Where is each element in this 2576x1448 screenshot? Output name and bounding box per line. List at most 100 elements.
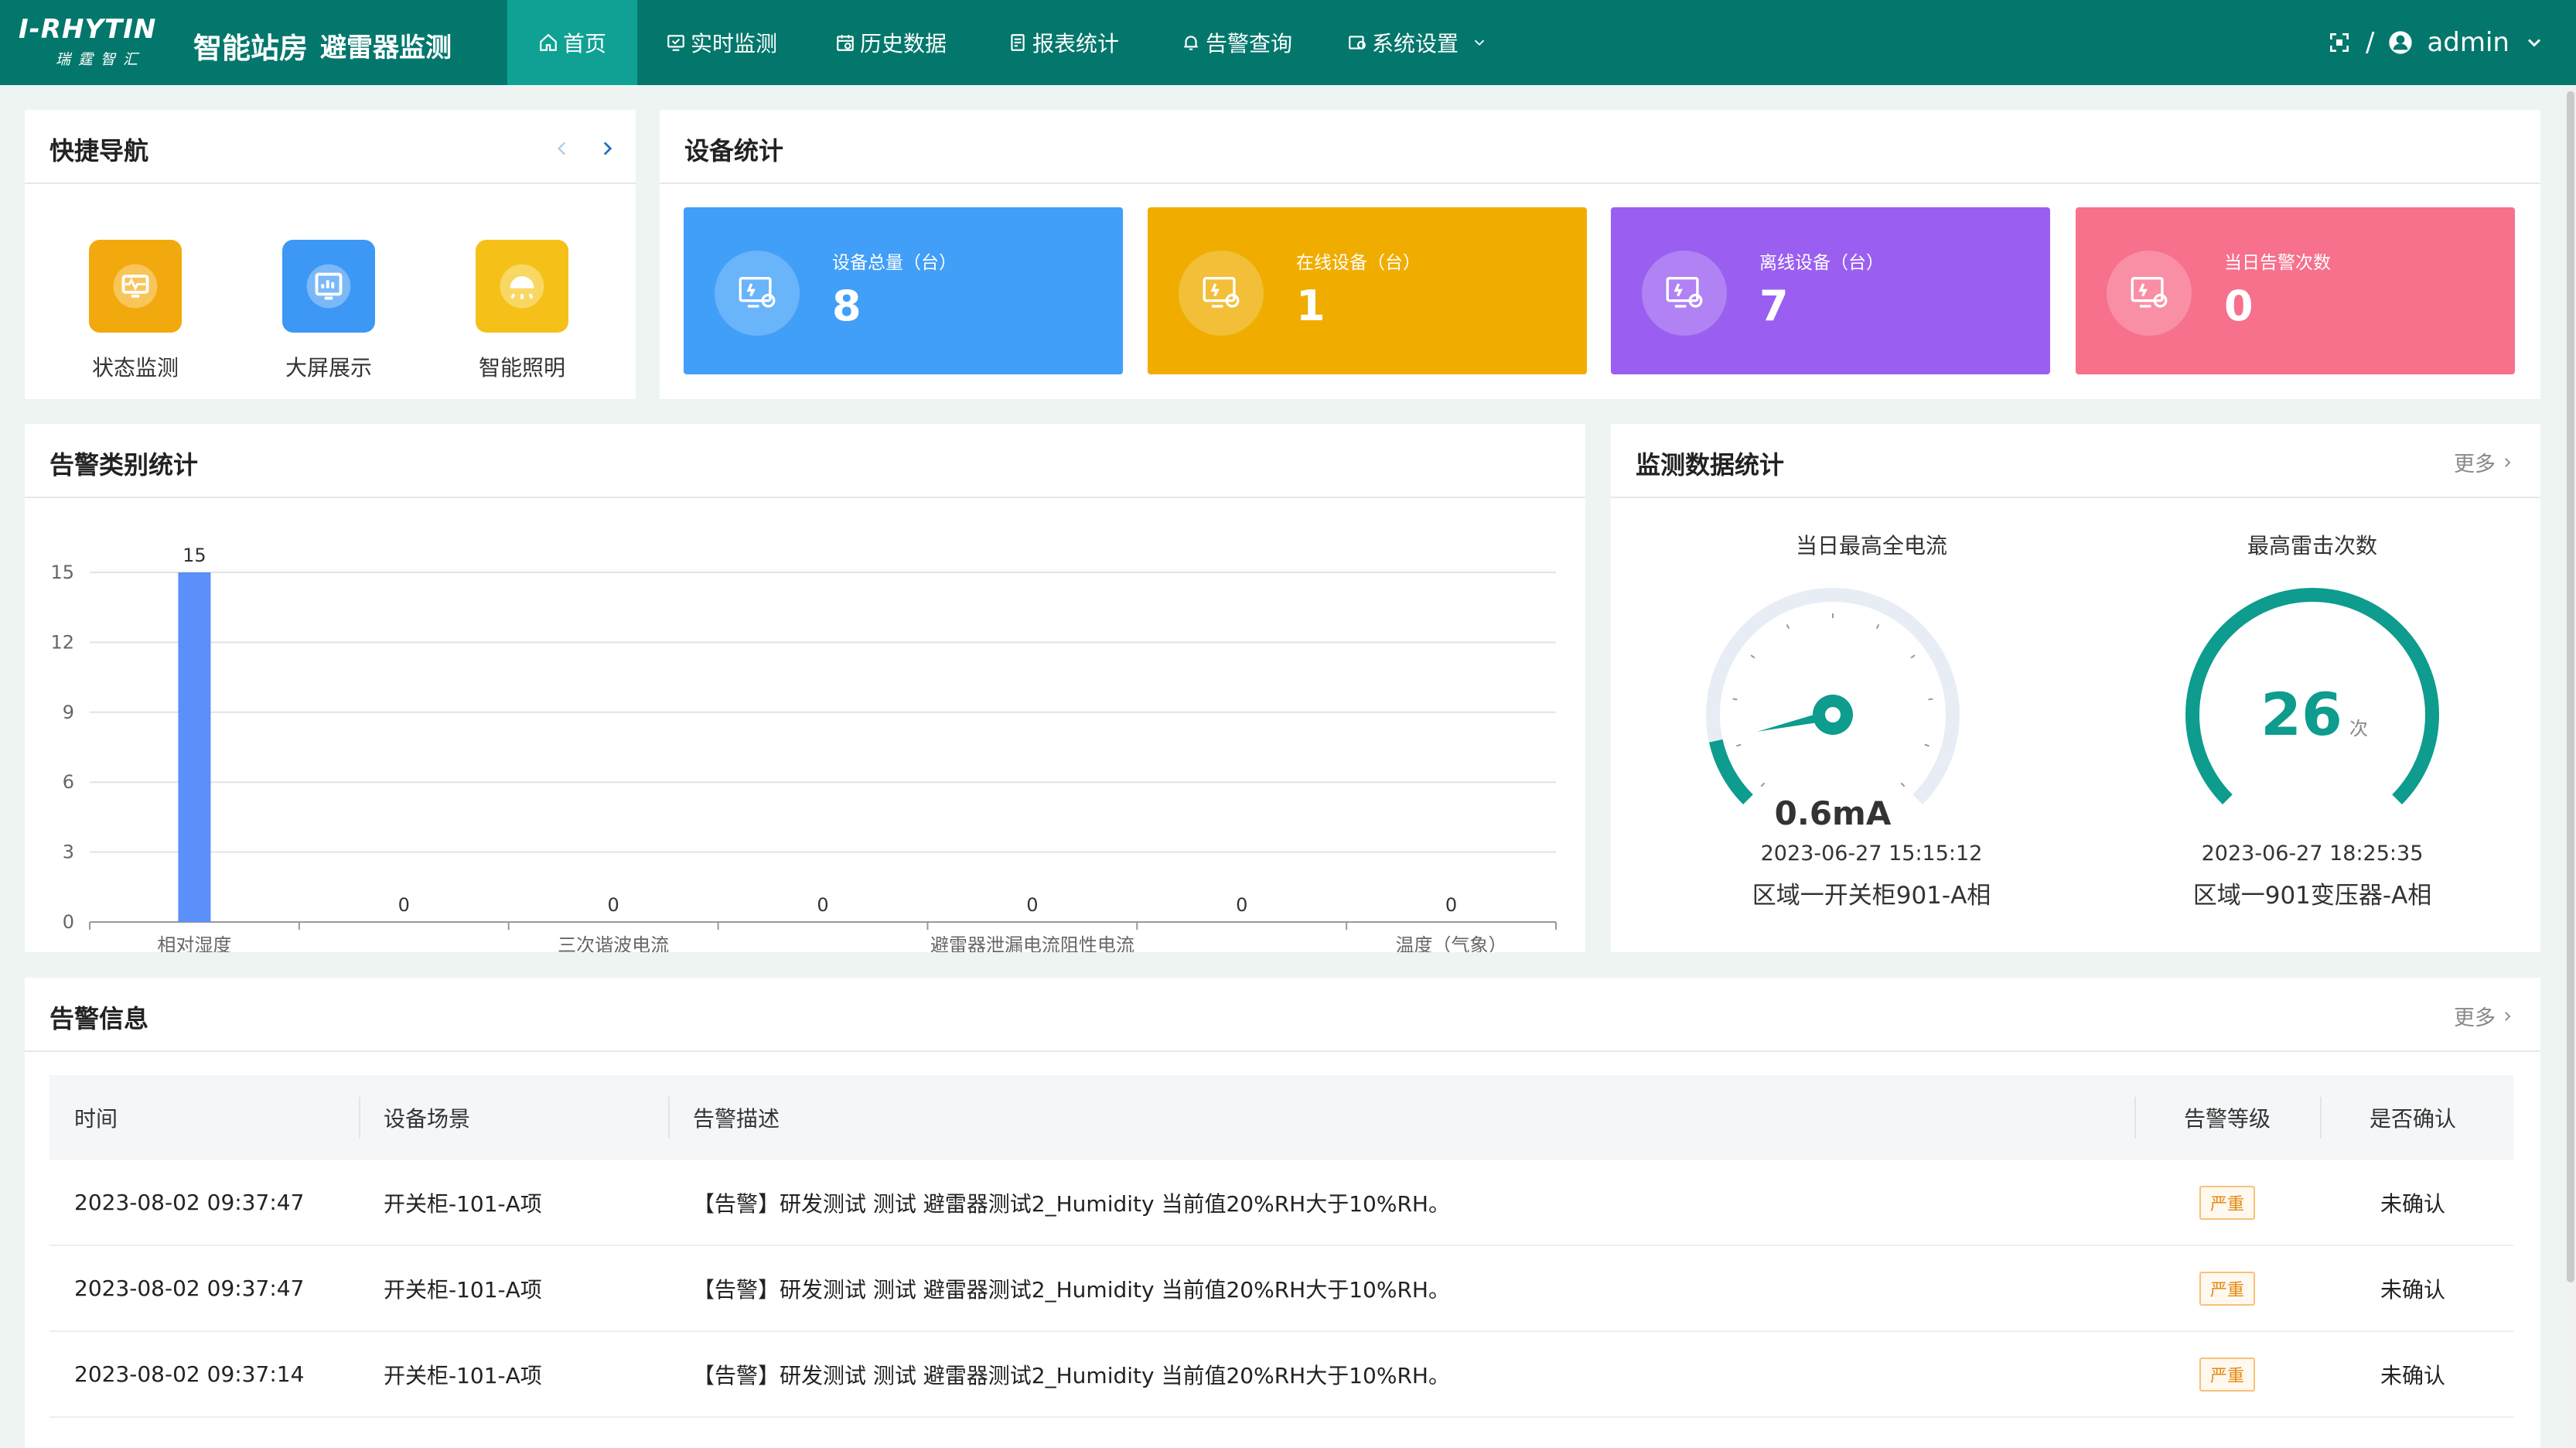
- x-category-label: 温度（气象）: [1396, 934, 1507, 952]
- gauge-location: 区域一901变压器-A相: [2192, 882, 2432, 910]
- separator: /: [2365, 27, 2375, 58]
- column-header-description: 告警描述: [668, 1075, 2134, 1160]
- lightning-count-gauge: 26 次: [2185, 588, 2439, 804]
- gauge-value: 0.6mA: [1775, 794, 1892, 832]
- page-scrollbar[interactable]: [2565, 85, 2576, 1448]
- nav-label: 历史数据: [859, 31, 947, 56]
- bar-data-label: 0: [398, 894, 410, 916]
- chart-bar[interactable]: [178, 572, 211, 922]
- chevron-down-icon[interactable]: [2523, 32, 2545, 53]
- report-icon: [1011, 34, 1025, 51]
- nav-label: 系统设置: [1371, 31, 1459, 56]
- panel-title: 设备统计: [684, 136, 784, 166]
- nav-report-statistics[interactable]: 报表统计: [976, 0, 1151, 85]
- gauge-hub-center: [1825, 707, 1841, 722]
- cell-description: 【告警】研发测试 测试 避雷器测试2_Humidity 当前值20%RH大于10…: [693, 1276, 1450, 1303]
- panel-header: 告警信息 更多: [25, 978, 2540, 1052]
- cell-time: 2023-08-02 09:37:47: [74, 1276, 305, 1301]
- user-avatar-icon: [2389, 31, 2413, 54]
- severity-badge: 严重: [2199, 1271, 2255, 1306]
- column-header-time: 时间: [74, 1106, 118, 1132]
- quick-nav-label: 大屏展示: [285, 355, 372, 381]
- stat-card-daily-alarms[interactable]: 当日告警次数 0: [2076, 207, 2515, 374]
- stat-label: 离线设备（台）: [1759, 253, 1884, 273]
- nav-system-settings[interactable]: 系统设置: [1322, 0, 1513, 85]
- y-tick-label: 6: [63, 771, 74, 793]
- carousel-arrows: [552, 136, 617, 161]
- quick-nav-status-monitor[interactable]: 状态监测: [77, 240, 193, 382]
- device-monitor-icon: [2107, 251, 2192, 336]
- y-tick-label: 9: [63, 702, 74, 723]
- gauge-tick: [1786, 623, 1790, 630]
- cell-scene: 开关柜-101-A项: [384, 1276, 542, 1303]
- panel-header: 告警类别统计: [25, 424, 1585, 498]
- bar-data-label: 0: [817, 894, 828, 916]
- more-label: 更多: [2454, 452, 2496, 476]
- cell-confirmed: 未确认: [2380, 1276, 2445, 1303]
- gauge-value: 26: [2260, 680, 2342, 749]
- stat-card-total-devices[interactable]: 设备总量（台） 8: [684, 207, 1123, 374]
- quick-nav-smart-lighting[interactable]: 智能照明: [464, 240, 580, 382]
- nav-alarm-query[interactable]: 告警查询: [1151, 0, 1322, 85]
- monitor-check-icon: [667, 35, 684, 51]
- chevron-right-icon[interactable]: [597, 136, 617, 161]
- y-tick-label: 15: [50, 562, 74, 583]
- stat-card-offline-devices[interactable]: 离线设备（台） 7: [1611, 207, 2050, 374]
- panel-header: 设备统计: [660, 110, 2540, 184]
- cell-level: 严重: [2134, 1159, 2320, 1245]
- current-gauge: 0.6mA: [1706, 588, 1960, 832]
- top-right-tools: / admin: [2327, 23, 2545, 62]
- nav-realtime-monitor[interactable]: 实时监测: [637, 0, 806, 85]
- severity-badge: 严重: [2199, 1357, 2255, 1392]
- panel-title: 监测数据统计: [1636, 450, 1785, 480]
- panel-title: 快捷导航: [49, 136, 149, 166]
- gauge-tick: [1875, 623, 1880, 630]
- gauge-tick: [1760, 782, 1766, 787]
- column-header-scene: 设备场景: [359, 1075, 668, 1160]
- username[interactable]: admin: [2427, 27, 2509, 58]
- stat-label: 在线设备（台）: [1296, 253, 1421, 273]
- nav-label: 实时监测: [690, 31, 777, 56]
- gauge-tick: [1924, 743, 1929, 747]
- company-logo[interactable]: I-RHYTIN 瑞霆智汇: [19, 14, 183, 73]
- chevron-down-icon: [1474, 39, 1485, 46]
- x-category-label: 相对湿度: [157, 934, 231, 952]
- table-row[interactable]: 2023-08-02 09:37:14 开关柜-101-A项 【告警】研发测试 …: [49, 1332, 2513, 1418]
- column-header-confirmed: 是否确认: [2320, 1075, 2506, 1160]
- more-link[interactable]: 更多: [2454, 1001, 2514, 1031]
- cell-confirmed: 未确认: [2380, 1190, 2445, 1217]
- bar-data-label: 0: [1026, 894, 1038, 916]
- bar-data-label: 0: [1236, 894, 1247, 916]
- gauge-progress: [1708, 739, 1753, 804]
- nav-home[interactable]: 首页: [507, 0, 637, 85]
- stat-card-online-devices[interactable]: 在线设备（台） 1: [1148, 207, 1587, 374]
- nav-history-data[interactable]: 历史数据: [806, 0, 976, 85]
- calendar-icon: [837, 35, 854, 51]
- nav-label: 首页: [562, 31, 606, 56]
- fullscreen-icon[interactable]: [2327, 30, 2352, 55]
- cell-description: 【告警】研发测试 测试 避雷器测试2_Humidity 当前值20%RH大于10…: [693, 1362, 1450, 1388]
- quick-nav-label: 智能照明: [478, 355, 565, 381]
- settings-icon: [1349, 36, 1366, 50]
- cell-level: 严重: [2134, 1245, 2320, 1331]
- logo-text: I-RHYTIN: [19, 14, 157, 45]
- chevron-left-icon[interactable]: [552, 136, 572, 161]
- scrollbar-thumb[interactable]: [2567, 91, 2574, 1282]
- table-row[interactable]: 2023-08-02 09:37:47 开关柜-101-A项 【告警】研发测试 …: [49, 1160, 2513, 1246]
- home-icon: [540, 33, 557, 51]
- severity-badge: 严重: [2199, 1185, 2255, 1220]
- gauge-tick: [1750, 654, 1755, 659]
- quick-nav-big-screen[interactable]: 大屏展示: [271, 240, 387, 382]
- stat-value: 1: [1296, 282, 1326, 330]
- quick-nav-panel: 快捷导航 状态监测 大屏展示 智能照明: [25, 110, 636, 399]
- cell-time: 2023-08-02 09:37:47: [74, 1190, 305, 1215]
- cell-confirmed: 未确认: [2380, 1362, 2445, 1388]
- more-link[interactable]: 更多: [2454, 447, 2514, 477]
- cell-scene: 开关柜-101-A项: [384, 1362, 542, 1388]
- nav-label: 报表统计: [1032, 31, 1119, 56]
- y-tick-label: 3: [63, 842, 74, 863]
- panel-header: 快捷导航: [25, 110, 636, 184]
- table-row[interactable]: 2023-08-02 09:37:47 开关柜-101-A项 【告警】研发测试 …: [49, 1246, 2513, 1332]
- device-monitor-icon: [715, 251, 800, 336]
- bar-data-label: 0: [1445, 894, 1457, 916]
